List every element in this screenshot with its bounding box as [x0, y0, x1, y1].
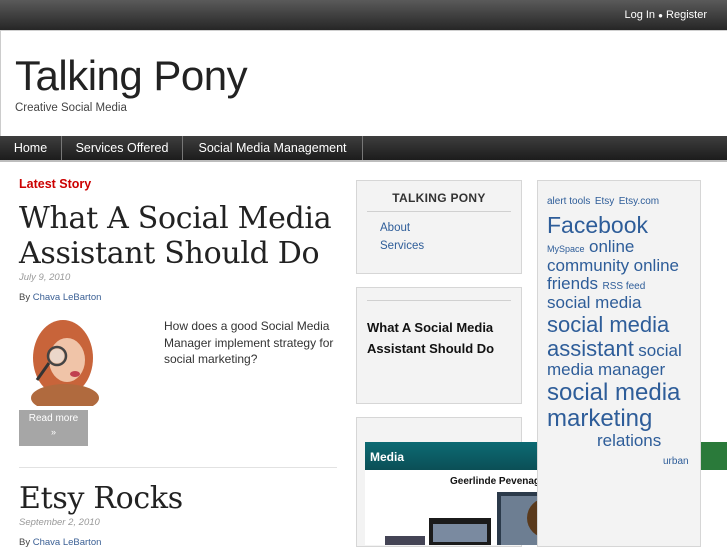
post-date-2: September 2, 2010: [19, 517, 100, 528]
tag-cloud-widget: alert tools Etsy Etsy.com Facebook MySpa…: [537, 180, 701, 547]
post-excerpt: How does a good Social Media Manager imp…: [164, 319, 334, 366]
recent-post-line-2: Assistant Should Do: [367, 341, 495, 356]
recent-post-widget: What A Social Media Assistant Should Do: [356, 287, 522, 404]
tag-online-2[interactable]: online: [634, 256, 679, 275]
separator-dot: ●: [658, 11, 663, 20]
tag-relations[interactable]: relations: [547, 431, 661, 451]
recent-post-line-1: What A Social Media: [367, 320, 494, 335]
read-more-label: Read more: [28, 413, 79, 424]
post-divider: [19, 467, 337, 468]
register-link[interactable]: Register: [666, 9, 707, 21]
post-title-line-2[interactable]: Assistant Should Do: [19, 236, 331, 271]
tag-social-media-marketing[interactable]: social media: [547, 379, 680, 406]
tag-cloud-list: alert tools Etsy Etsy.com Facebook MySpa…: [538, 181, 700, 469]
recent-widget-rule: [367, 300, 511, 301]
tag-facebook[interactable]: Facebook: [547, 212, 648, 238]
media-title: Media: [370, 450, 405, 464]
pages-link-about[interactable]: About: [380, 219, 521, 237]
tag-media-manager[interactable]: media manager: [547, 360, 665, 379]
tag-social[interactable]: social: [638, 341, 681, 360]
author-link[interactable]: Chava LeBarton: [33, 292, 102, 303]
tag-rss-feed[interactable]: RSS feed: [602, 281, 645, 292]
header-left-border: [0, 30, 1, 136]
post-title-2[interactable]: Etsy Rocks: [19, 481, 183, 516]
byline-prefix: By: [19, 292, 31, 303]
tag-friends[interactable]: friends: [547, 274, 598, 293]
post-byline: By Chava LeBarton: [19, 292, 101, 303]
recent-post-link[interactable]: What A Social Media Assistant Should Do: [367, 317, 521, 359]
read-more-arrow: »: [50, 427, 56, 437]
tag-etsy[interactable]: Etsy: [595, 196, 614, 207]
latest-story-label: Latest Story: [19, 177, 92, 191]
author-link-2[interactable]: Chava LeBarton: [33, 537, 102, 548]
nav-item-home[interactable]: Home: [0, 136, 62, 160]
login-link[interactable]: Log In: [624, 9, 655, 21]
tag-community[interactable]: community: [547, 256, 629, 275]
pages-widget: TALKING PONY About Services: [356, 180, 522, 274]
post-date: July 9, 2010: [19, 272, 71, 283]
tag-social-media-large[interactable]: social media: [547, 312, 669, 337]
tag-online[interactable]: online: [589, 237, 634, 256]
post-byline-2: By Chava LeBarton: [19, 537, 101, 548]
tag-etsy-com[interactable]: Etsy.com: [619, 196, 659, 207]
widget-title-rule: [367, 211, 511, 212]
post-thumbnail[interactable]: [19, 318, 127, 406]
top-bar: Log In ● Register: [0, 0, 727, 31]
byline-prefix-2: By: [19, 537, 31, 548]
tag-alert-tools[interactable]: alert tools: [547, 196, 590, 207]
tag-marketing[interactable]: marketing: [547, 405, 652, 432]
read-more-button[interactable]: Read more »: [19, 410, 88, 446]
media-logo: [697, 442, 727, 470]
site-tagline: Creative Social Media: [15, 102, 127, 114]
account-links: Log In ● Register: [624, 9, 707, 21]
tag-assistant[interactable]: assistant: [547, 336, 634, 361]
tag-myspace[interactable]: MySpace: [547, 244, 585, 254]
nav-item-services-offered[interactable]: Services Offered: [62, 136, 183, 160]
nav-item-social-media-management[interactable]: Social Media Management: [183, 136, 363, 160]
woman-with-magnifier-photo: [19, 318, 127, 406]
tag-social-media[interactable]: social media: [547, 293, 642, 312]
site-title[interactable]: Talking Pony: [15, 52, 248, 100]
main-nav: Home Services Offered Social Media Manag…: [0, 136, 727, 162]
pages-widget-title: TALKING PONY: [392, 191, 486, 205]
post-title-line-1[interactable]: What A Social Media: [19, 201, 332, 236]
post-title[interactable]: What A Social Media Assistant Should Do: [19, 201, 332, 271]
pages-link-services[interactable]: Services: [380, 237, 521, 255]
tag-urban[interactable]: urban: [547, 456, 689, 467]
